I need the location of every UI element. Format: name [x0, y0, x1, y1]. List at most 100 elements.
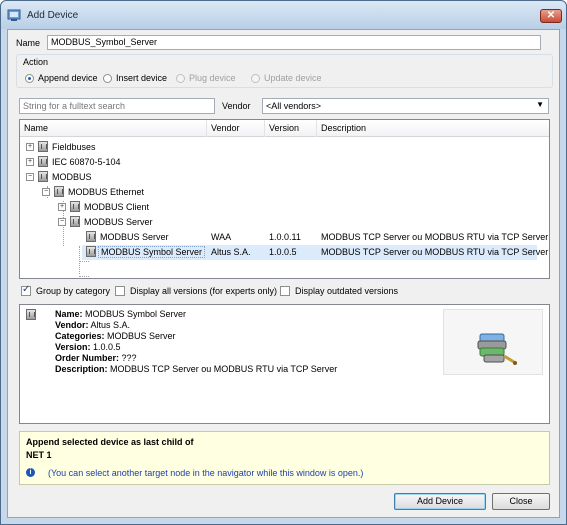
info-vendor-label: Vendor: [55, 320, 89, 330]
info-name: Name: MODBUS Symbol Server [55, 309, 186, 319]
target-hint-panel: Append selected device as last child of … [19, 431, 550, 485]
checkbox-label: Display outdated versions [295, 286, 399, 296]
display-outdated-checkbox[interactable]: Display outdated versions [280, 286, 398, 296]
device-icon [86, 231, 96, 242]
close-window-icon[interactable]: ✕ [540, 9, 562, 23]
row-name: MODBUS Server [84, 217, 153, 227]
column-header-description[interactable]: Description [317, 120, 549, 137]
radio-insert-device[interactable]: Insert device [103, 73, 167, 83]
info-version-value: 1.0.0.5 [93, 342, 121, 352]
tree-row[interactable]: MODBUS Server WAA 1.0.0.11 MODBUS TCP Se… [20, 230, 549, 245]
row-vendor: Altus S.A. [211, 247, 251, 257]
row-version: 1.0.0.5 [269, 247, 297, 257]
device-folder-icon [38, 141, 48, 152]
info-version: Version: 1.0.0.5 [55, 342, 121, 352]
collapse-icon[interactable]: − [26, 173, 34, 181]
hint-note: (You can select another target node in t… [48, 468, 364, 478]
checkbox-box[interactable] [115, 286, 125, 296]
app-icon [7, 9, 21, 22]
radio-label: Append device [38, 73, 98, 83]
info-order-label: Order Number: [55, 353, 120, 363]
row-name: Fieldbuses [52, 142, 96, 152]
info-order-value: ??? [121, 353, 137, 363]
tree-row[interactable]: − MODBUS Server [20, 215, 549, 230]
radio-indicator [176, 73, 185, 83]
vendor-select[interactable]: <All vendors> ▼ [262, 98, 549, 114]
close-button[interactable]: Close [492, 493, 550, 510]
device-folder-icon [54, 186, 64, 197]
radio-indicator[interactable] [103, 73, 112, 83]
info-description-value: MODBUS TCP Server ou MODBUS RTU via TCP … [110, 364, 338, 374]
info-vendor-value: Altus S.A. [90, 320, 131, 330]
expand-icon[interactable]: + [26, 158, 34, 166]
row-description: MODBUS TCP Server ou MODBUS RTU via TCP … [321, 232, 549, 242]
tree-guide [79, 276, 89, 277]
display-all-versions-checkbox[interactable]: Display all versions (for experts only) [115, 286, 277, 296]
column-header-vendor[interactable]: Vendor [207, 120, 265, 137]
radio-indicator[interactable] [25, 73, 34, 83]
tree-row[interactable]: + Fieldbuses [20, 140, 549, 155]
name-field[interactable]: MODBUS_Symbol_Server [47, 35, 541, 50]
row-name: MODBUS Symbol Server [98, 246, 206, 258]
device-tree[interactable]: Name Vendor Version Description + Fieldb… [19, 119, 550, 279]
tree-row[interactable]: + MODBUS Client [20, 200, 549, 215]
tree-guide [79, 261, 89, 262]
radio-label: Insert device [116, 73, 168, 83]
collapse-icon[interactable]: − [58, 218, 66, 226]
tree-row[interactable]: − MODBUS [20, 170, 549, 185]
info-categories-value: MODBUS Server [107, 331, 176, 341]
row-name: MODBUS [52, 172, 92, 182]
row-version: 1.0.0.11 [269, 232, 301, 242]
info-categories-label: Categories: [55, 331, 105, 341]
info-icon: i [26, 468, 35, 477]
info-description-label: Description: [55, 364, 108, 374]
hint-line-2: NET 1 [26, 450, 52, 460]
name-label: Name [16, 38, 41, 48]
tree-guide [79, 246, 80, 274]
tree-row[interactable]: + IEC 60870-5-104 [20, 155, 549, 170]
expand-icon[interactable]: + [58, 203, 66, 211]
window-title: Add Device [27, 10, 79, 21]
column-header-name[interactable]: Name [20, 120, 207, 137]
add-device-dialog: Add Device ✕ Name MODBUS_Symbol_Server A… [0, 0, 567, 525]
checkbox-box[interactable] [280, 286, 290, 296]
add-device-button[interactable]: Add Device [394, 493, 486, 510]
info-name-label: Name: [55, 309, 83, 319]
radio-indicator [251, 73, 260, 83]
row-name: MODBUS Client [84, 202, 150, 212]
checkbox-label: Group by category [36, 286, 111, 296]
radio-plug-device: Plug device [176, 73, 236, 83]
tree-row-selected[interactable]: MODBUS Symbol Server Altus S.A. 1.0.0.5 … [82, 245, 548, 260]
radio-label: Plug device [189, 73, 236, 83]
info-version-label: Version: [55, 342, 91, 352]
device-folder-icon [70, 201, 80, 212]
row-description: MODBUS TCP Server ou MODBUS RTU via TCP … [321, 247, 549, 257]
row-name: IEC 60870-5-104 [52, 157, 121, 167]
expand-icon[interactable]: + [26, 143, 34, 151]
title-bar[interactable]: Add Device ✕ [1, 1, 566, 29]
collapse-icon[interactable]: − [42, 188, 50, 196]
tree-header: Name Vendor Version Description [20, 120, 549, 137]
info-categories: Categories: MODBUS Server [55, 331, 176, 341]
radio-append-device[interactable]: Append device [25, 73, 98, 83]
row-name: MODBUS Ethernet [68, 187, 145, 197]
info-description: Description: MODBUS TCP Server ou MODBUS… [55, 364, 337, 374]
action-group: Action Append device Insert device Plug … [16, 54, 553, 88]
radio-label: Update device [264, 73, 322, 83]
group-by-category-checkbox[interactable]: Group by category [21, 284, 111, 296]
modbus-device-image [443, 309, 543, 375]
tree-row[interactable]: − MODBUS Ethernet [20, 185, 549, 200]
device-icon [26, 309, 36, 320]
info-vendor: Vendor: Altus S.A. [55, 320, 130, 330]
vendor-label: Vendor [222, 101, 251, 111]
hint-line-1: Append selected device as last child of [26, 437, 194, 447]
vendor-select-value: <All vendors> [266, 101, 322, 111]
column-header-version[interactable]: Version [265, 120, 317, 137]
device-icon [86, 246, 96, 257]
dropdown-arrow-icon[interactable]: ▼ [536, 100, 544, 109]
row-name: MODBUS Server [100, 232, 169, 242]
checkbox-box[interactable] [21, 284, 31, 296]
checkbox-label: Display all versions (for experts only) [130, 286, 278, 296]
search-input[interactable]: String for a fulltext search [19, 98, 215, 114]
radio-update-device: Update device [251, 73, 322, 83]
